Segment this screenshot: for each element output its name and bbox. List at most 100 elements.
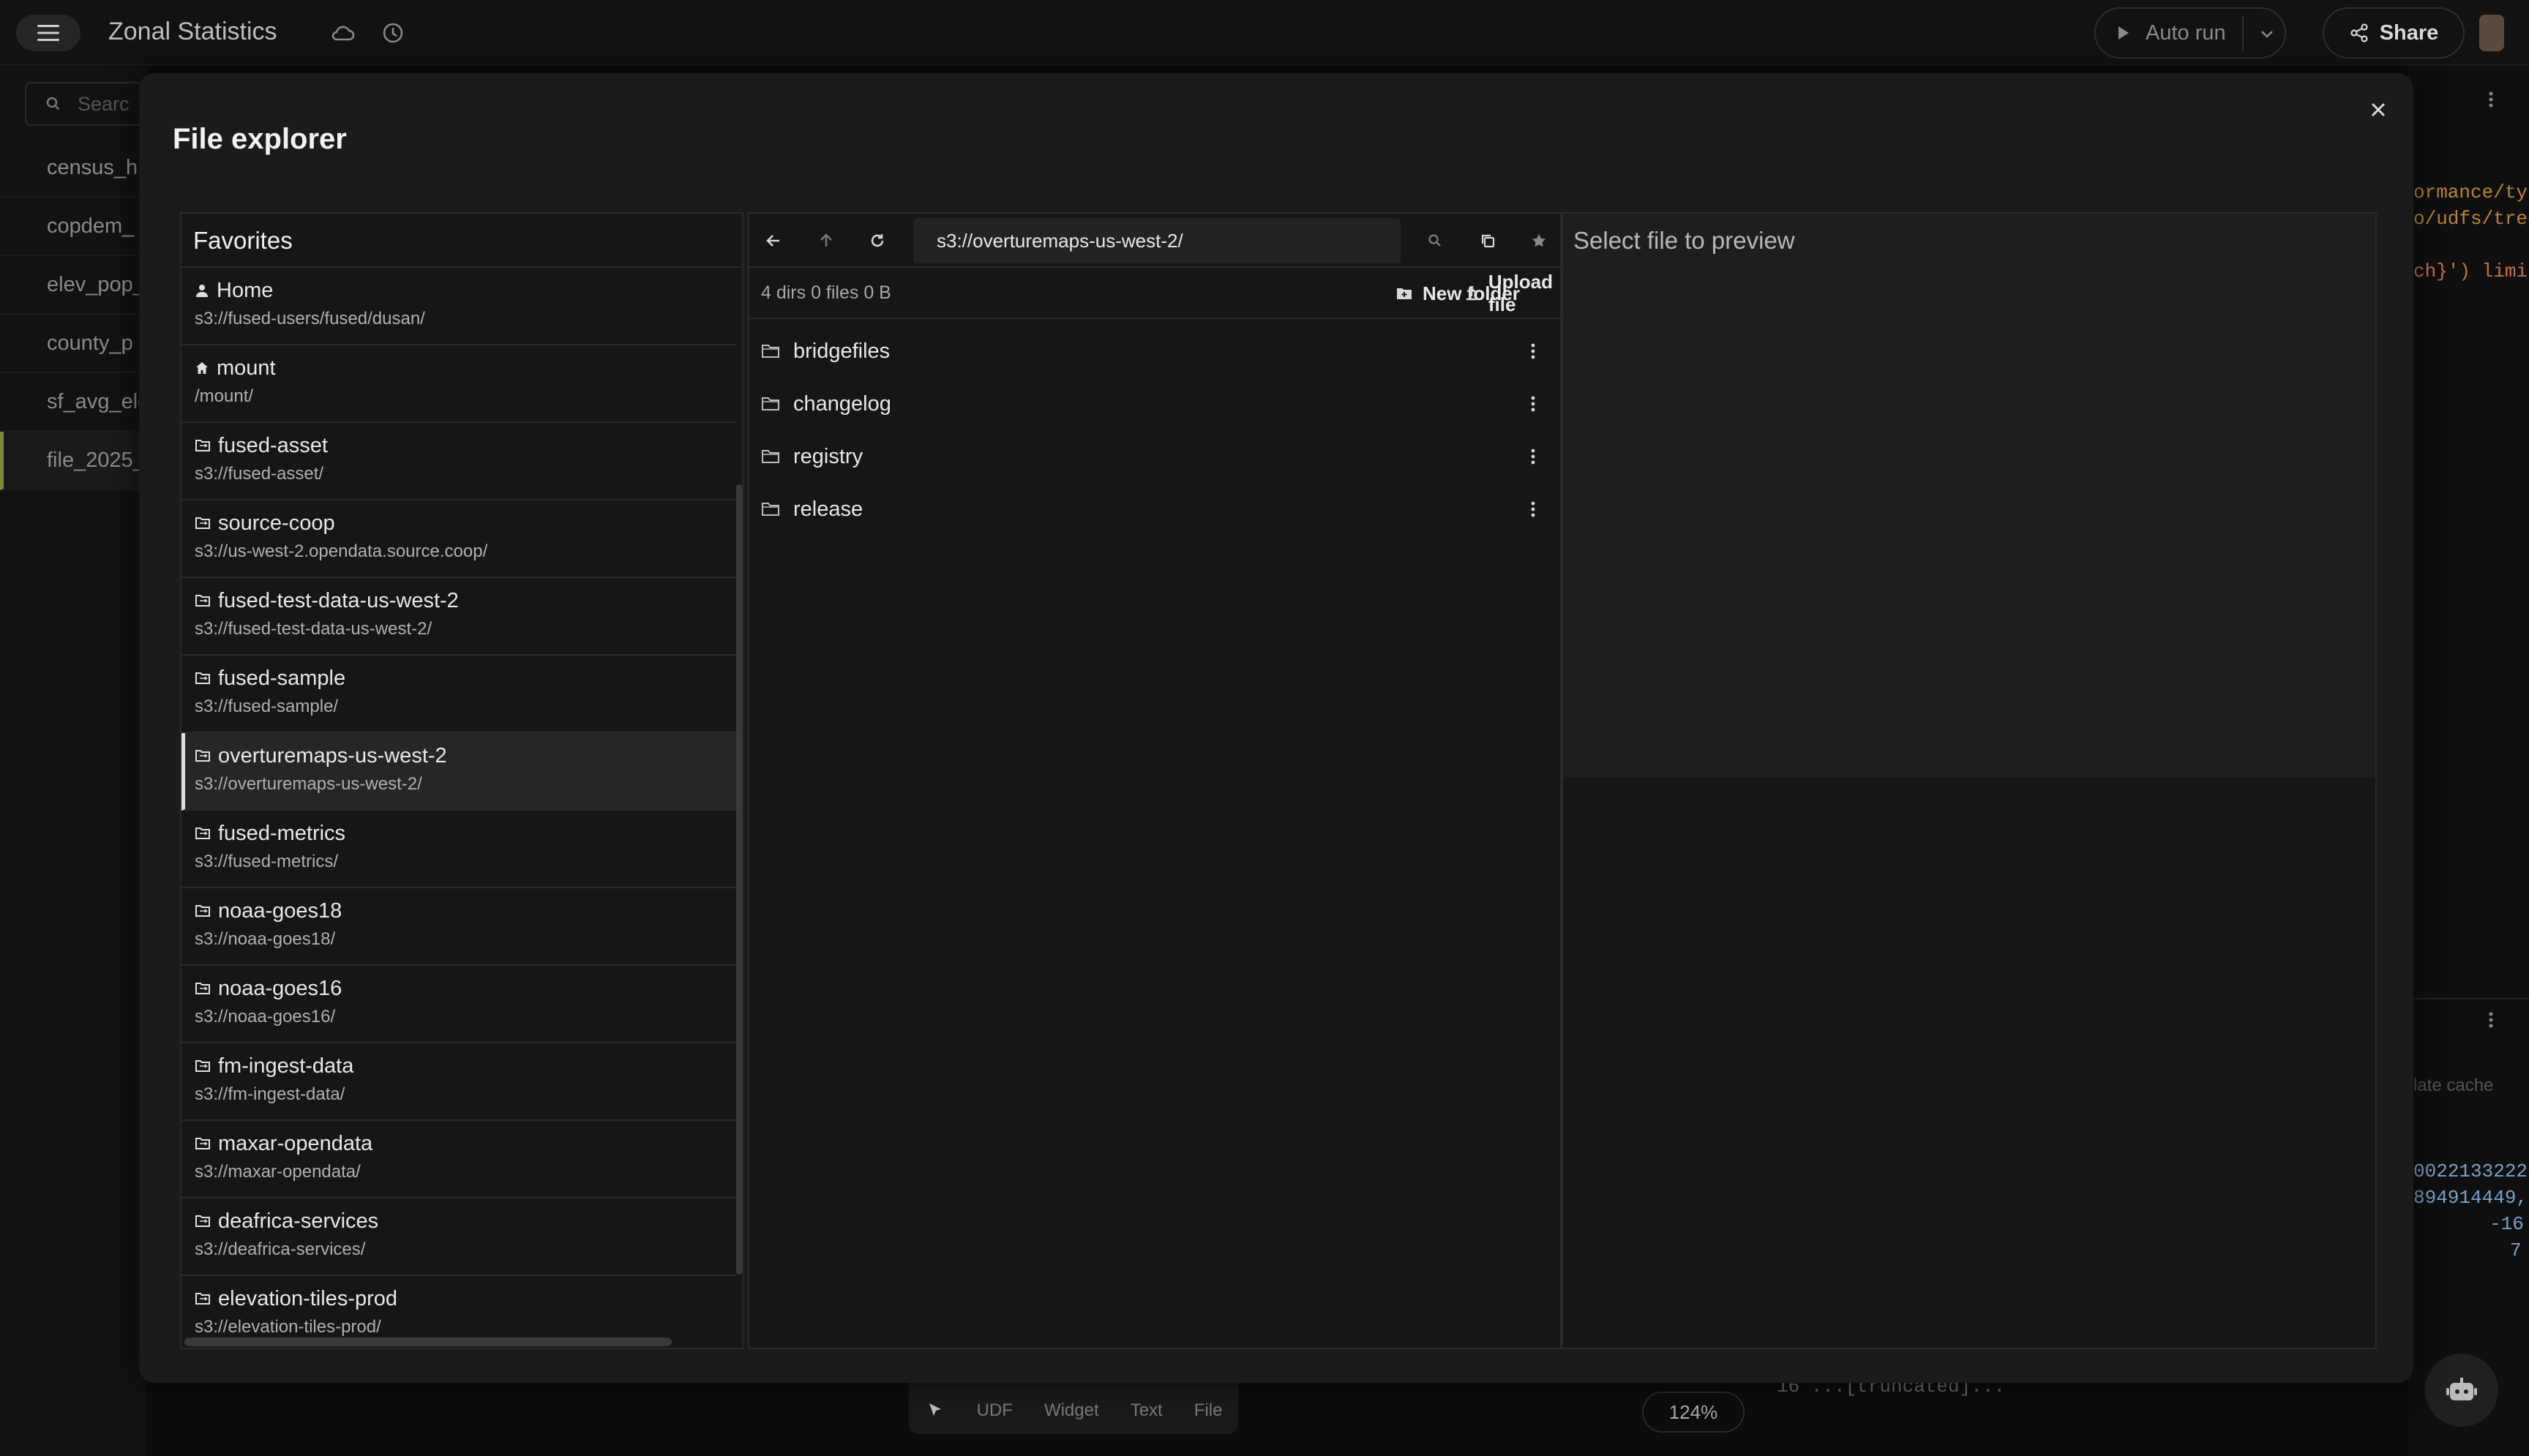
toolbar-file[interactable]: File — [1194, 1400, 1223, 1421]
close-button[interactable] — [2364, 95, 2393, 124]
play-icon — [2118, 26, 2129, 40]
more-icon[interactable] — [2488, 91, 2494, 108]
favorite-path: s3://fused-asset/ — [195, 464, 324, 484]
cloud-icon[interactable] — [328, 18, 357, 48]
vertical-scrollbar[interactable] — [736, 484, 742, 1275]
more-options-icon[interactable] — [1522, 339, 1544, 363]
favorite-path: s3://fused-users/fused/dusan/ — [195, 309, 425, 329]
favorite-path: s3://fm-ingest-data/ — [195, 1084, 345, 1104]
menu-button[interactable] — [16, 15, 80, 51]
favorite-path: s3://deafrica-services/ — [195, 1239, 366, 1259]
toolbar-text[interactable]: Text — [1131, 1400, 1163, 1421]
sidebar-item[interactable]: census_h — [0, 139, 146, 198]
folder-row[interactable]: registry — [749, 430, 1560, 483]
preview-area — [1563, 214, 2375, 777]
bucket-folder-icon — [195, 1059, 211, 1073]
favorite-path: s3://fused-metrics/ — [195, 852, 339, 871]
sidebar-item[interactable]: elev_pop_ — [0, 256, 146, 315]
favorite-item[interactable]: source-coop s3://us-west-2.opendata.sourc… — [181, 500, 736, 578]
history-icon[interactable] — [378, 18, 407, 48]
share-label: Share — [2379, 20, 2439, 45]
search-input[interactable]: Searc — [25, 82, 142, 126]
zoom-level[interactable]: 124% — [1642, 1392, 1745, 1433]
horizontal-scrollbar[interactable] — [184, 1337, 672, 1346]
cache-label[interactable]: late cache — [2413, 1076, 2493, 1096]
more-options-icon[interactable] — [1522, 445, 1544, 468]
files-toolbar: s3://overturemaps-us-west-2/ — [749, 214, 1560, 268]
toolbar-udf[interactable]: UDF — [977, 1400, 1013, 1421]
favorite-item[interactable]: maxar-opendata s3://maxar-opendata/ — [181, 1121, 736, 1198]
favorite-path: s3://fused-sample/ — [195, 697, 339, 716]
folder-icon — [761, 449, 780, 465]
pointer-icon[interactable] — [925, 1400, 945, 1421]
chevron-down-icon[interactable] — [2257, 23, 2277, 44]
more-options-icon[interactable] — [1522, 392, 1544, 416]
favorite-item[interactable]: noaa-goes18 s3://noaa-goes18/ — [181, 888, 736, 966]
favorite-item[interactable]: deafrica-services s3://deafrica-services/ — [181, 1198, 736, 1276]
bucket-folder-icon — [195, 1292, 211, 1305]
home-icon — [195, 361, 209, 375]
files-subheader: 4 dirs 0 files 0 B New folder Upload fil… — [749, 268, 1560, 319]
favorite-item[interactable]: fused-metrics s3://fused-metrics/ — [181, 811, 736, 888]
more-options-icon[interactable] — [1522, 498, 1544, 521]
folder-row[interactable]: release — [749, 483, 1560, 536]
folder-name: registry — [793, 444, 863, 468]
favorite-item[interactable]: Home s3://fused-users/fused/dusan/ — [181, 268, 736, 345]
favorite-item[interactable]: fm-ingest-data s3://fm-ingest-data/ — [181, 1043, 736, 1121]
favorite-item[interactable]: fused-sample s3://fused-sample/ — [181, 656, 736, 733]
bucket-folder-icon — [195, 904, 211, 917]
arrow-up-icon — [818, 233, 834, 249]
sidebar-item[interactable]: file_2025_ — [0, 432, 146, 490]
auto-run-button[interactable]: Auto run — [2094, 7, 2286, 59]
folder-row[interactable]: bridgefiles — [749, 325, 1560, 378]
more-icon[interactable] — [2488, 1011, 2494, 1029]
folder-row[interactable]: changelog — [749, 378, 1560, 430]
assistant-button[interactable] — [2425, 1354, 2498, 1427]
refresh-icon — [869, 233, 885, 249]
share-icon — [2349, 23, 2369, 43]
refresh-button[interactable] — [863, 227, 891, 255]
search-icon — [1428, 233, 1442, 248]
sidebar-item[interactable]: sf_avg_ele — [0, 373, 146, 432]
search-button[interactable] — [1421, 227, 1449, 255]
search-placeholder: Searc — [78, 92, 130, 115]
upload-file-button[interactable]: Upload file — [1465, 271, 1553, 315]
path-input[interactable]: s3://overturemaps-us-west-2/ — [913, 218, 1401, 263]
bucket-folder-icon — [195, 982, 211, 995]
arrow-left-icon — [765, 233, 782, 249]
favorites-title: Favorites — [181, 214, 742, 268]
favorite-name: maxar-opendata — [218, 1131, 373, 1155]
folder-icon — [761, 501, 780, 517]
favorite-item[interactable]: mount/mount/ — [181, 345, 736, 423]
favorite-item[interactable]: overturemaps-us-west-2 s3://overturemaps-… — [181, 733, 736, 811]
code-line: ch}') limit — [2413, 260, 2529, 282]
share-button[interactable]: Share — [2323, 7, 2465, 59]
favorite-name: noaa-goes18 — [218, 898, 342, 923]
bucket-folder-icon — [195, 439, 211, 452]
sidebar-item[interactable]: county_p — [0, 315, 146, 373]
favorite-name: source-coop — [218, 511, 335, 535]
sidebar-item[interactable]: copdem_ — [0, 198, 146, 256]
favorite-path: /mount/ — [195, 386, 254, 406]
favorite-item[interactable]: fused-asset s3://fused-asset/ — [181, 423, 736, 500]
robot-icon — [2446, 1376, 2478, 1405]
copy-button[interactable] — [1474, 227, 1502, 255]
upload-file-label: Upload file — [1488, 271, 1553, 315]
favorites-panel: Favorites Home s3://fused-users/fused/dus… — [180, 212, 743, 1349]
favorite-item[interactable]: noaa-goes16 s3://noaa-goes16/ — [181, 966, 736, 1043]
favorite-name: overturemaps-us-west-2 — [218, 743, 447, 768]
up-button[interactable] — [812, 227, 840, 255]
favorite-path: s3://us-west-2.opendata.source.coop/ — [195, 541, 488, 561]
favorite-button[interactable] — [1525, 227, 1553, 255]
new-folder-icon — [1396, 287, 1412, 300]
favorite-path: s3://fused-test-data-us-west-2/ — [195, 619, 432, 639]
favorite-name: mount — [217, 356, 276, 380]
favorite-item[interactable]: fused-test-data-us-west-2 s3://fused-test… — [181, 578, 736, 656]
favorite-path: s3://elevation-tiles-prod/ — [195, 1317, 381, 1337]
bucket-folder-icon — [195, 1215, 211, 1228]
background-code-panel: ormance/typ o/udfs/tree ch}') limit late… — [2408, 67, 2529, 1456]
toolbar-widget[interactable]: Widget — [1044, 1400, 1099, 1421]
back-button[interactable] — [760, 227, 787, 255]
top-bar: Zonal Statistics Auto run Share — [0, 0, 2529, 66]
avatar[interactable] — [2479, 15, 2504, 51]
